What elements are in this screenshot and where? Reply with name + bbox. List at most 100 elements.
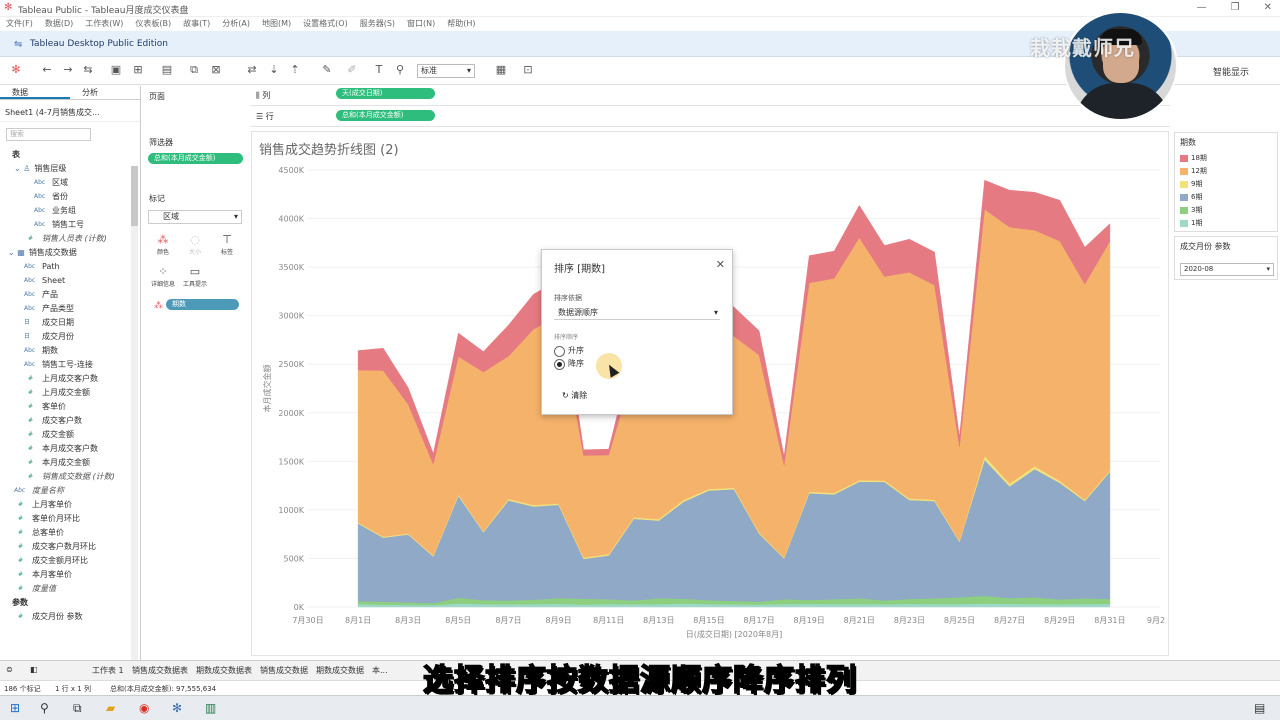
dimension-field[interactable]: Abc Sheet bbox=[0, 274, 130, 288]
menu-item[interactable]: 故事(T) bbox=[183, 17, 210, 31]
tableau-taskbar-icon[interactable]: ✻ bbox=[172, 701, 182, 715]
menu-item[interactable]: 数据(D) bbox=[45, 17, 73, 31]
measure-field[interactable]: # 成交金额月环比 bbox=[0, 554, 130, 568]
ascending-radio[interactable]: 升序 bbox=[554, 345, 584, 357]
close-icon[interactable]: ✕ bbox=[1264, 2, 1272, 13]
dimension-field[interactable]: Abc 区域 bbox=[0, 176, 130, 190]
menu-item[interactable]: 仪表板(B) bbox=[135, 17, 171, 31]
hierarchy-item[interactable]: ⌄ ♙ 销售层级 bbox=[0, 162, 130, 176]
fit-select[interactable]: 标准 bbox=[417, 64, 475, 78]
measure-field[interactable]: # 本月客单价 bbox=[0, 568, 130, 582]
file-explorer-icon[interactable]: ▰ bbox=[106, 701, 115, 715]
menu-item[interactable]: 窗口(N) bbox=[407, 17, 435, 31]
measure-field[interactable]: # 客单价月环比 bbox=[0, 512, 130, 526]
minimize-icon[interactable]: — bbox=[1197, 2, 1207, 13]
dimension-field[interactable]: Abc Path bbox=[0, 260, 130, 274]
new-datasource-icon[interactable]: ⊞ bbox=[131, 63, 145, 77]
excel-icon[interactable]: ▥ bbox=[205, 701, 216, 715]
menu-item[interactable]: 设置格式(O) bbox=[303, 17, 348, 31]
measure-field[interactable]: # 成交客户数月环比 bbox=[0, 540, 130, 554]
filter-pill[interactable]: 总和(本月成交金额) bbox=[148, 153, 243, 164]
presentation-icon[interactable]: ⊡ bbox=[521, 63, 535, 77]
clear-sheet-icon[interactable]: ⊠ bbox=[209, 63, 223, 77]
legend-item[interactable]: 18期 bbox=[1175, 152, 1277, 165]
calculated-field[interactable]: # 销售成交数据 (计数) bbox=[0, 470, 130, 484]
columns-pill[interactable]: 天(成交日期) bbox=[336, 88, 435, 99]
measure-field[interactable]: # 上月成交金额 bbox=[0, 386, 130, 400]
parameter-field[interactable]: # 成交月份 参数 bbox=[0, 610, 130, 624]
highlight-icon[interactable]: ✎ bbox=[320, 63, 334, 77]
param-select[interactable]: 2020-08 bbox=[1180, 263, 1274, 276]
notification-icon[interactable]: ▤ bbox=[1254, 701, 1265, 715]
sort-asc-icon[interactable]: ⇣ bbox=[267, 63, 281, 77]
menu-item[interactable]: 文件(F) bbox=[6, 17, 33, 31]
close-icon[interactable]: ✕ bbox=[716, 258, 725, 271]
new-sheet-icon[interactable]: ▤ bbox=[160, 63, 174, 77]
sort-by-select[interactable]: 数据源顺序 bbox=[554, 306, 720, 320]
measure-field[interactable]: # 上月成交客户数 bbox=[0, 372, 130, 386]
save-icon[interactable]: ▣ bbox=[109, 63, 123, 77]
menu-item[interactable]: 地图(M) bbox=[262, 17, 291, 31]
measure-field[interactable]: # 总客单价 bbox=[0, 526, 130, 540]
measure-field[interactable]: # 成交客户数 bbox=[0, 414, 130, 428]
replay-icon[interactable]: ⇆ bbox=[81, 63, 95, 77]
legend-item[interactable]: 1期 bbox=[1175, 217, 1277, 230]
table-item[interactable]: ⌄ ▦ 销售成交数据 bbox=[0, 246, 130, 260]
tab-analysis[interactable]: 分析 bbox=[70, 86, 140, 99]
legend-item[interactable]: 12期 bbox=[1175, 165, 1277, 178]
duplicate-sheet-icon[interactable]: ⧉ bbox=[187, 63, 201, 77]
dimension-field[interactable]: Abc 产品类型 bbox=[0, 302, 130, 316]
dimension-field[interactable]: 日成交月份 bbox=[0, 330, 130, 344]
color-pill[interactable]: 期数 bbox=[166, 299, 239, 310]
legend-item[interactable]: 6期 bbox=[1175, 191, 1277, 204]
detail-button[interactable]: ⁘ 详细信息 bbox=[150, 264, 176, 290]
task-view-icon[interactable]: ⧉ bbox=[73, 701, 82, 715]
swap-icon[interactable]: ⇄ bbox=[245, 63, 259, 77]
measure-field[interactable]: # 上月客单价 bbox=[0, 498, 130, 512]
tooltip-button[interactable]: ▭ 工具提示 bbox=[182, 264, 208, 290]
measure-field[interactable]: # 客单价 bbox=[0, 400, 130, 414]
menu-item[interactable]: 分析(A) bbox=[222, 17, 250, 31]
clear-button[interactable]: ↻ 清除 bbox=[562, 390, 587, 401]
search-icon[interactable]: ⚲ bbox=[40, 701, 49, 715]
measure-field[interactable]: # 成交金额 bbox=[0, 428, 130, 442]
show-cards-icon[interactable]: ▦ bbox=[494, 63, 508, 77]
rows-pill[interactable]: 总和(本月成交金额) bbox=[336, 110, 435, 121]
redo-icon[interactable]: → bbox=[61, 63, 75, 77]
calculated-field[interactable]: # 销售人员表 (计数) bbox=[0, 232, 130, 246]
menu-item[interactable]: 帮助(H) bbox=[447, 17, 475, 31]
pin-icon[interactable]: ⚲ bbox=[393, 63, 407, 77]
datasource-item[interactable]: Sheet1 (4-7月销售成交... bbox=[0, 100, 140, 122]
search-input[interactable]: 搜索 bbox=[6, 128, 91, 141]
dimension-field[interactable]: Abc 销售工号-连接 bbox=[0, 358, 130, 372]
dimension-field[interactable]: Abc 业务组 bbox=[0, 204, 130, 218]
measure-names-field[interactable]: Abc 度量名称 bbox=[0, 484, 130, 498]
group-icon[interactable]: ✐ bbox=[345, 63, 359, 77]
sort-desc-icon[interactable]: ⇡ bbox=[288, 63, 302, 77]
menu-item[interactable]: 工作表(W) bbox=[85, 17, 123, 31]
descending-radio[interactable]: 降序 bbox=[554, 358, 584, 370]
measure-field[interactable]: # 本月成交客户数 bbox=[0, 442, 130, 456]
size-button[interactable]: ◌ 大小 bbox=[182, 232, 208, 258]
windows-start-icon[interactable]: ⊞ bbox=[10, 701, 20, 715]
dimension-field[interactable]: Abc 期数 bbox=[0, 344, 130, 358]
dimension-field[interactable]: 日成交日期 bbox=[0, 316, 130, 330]
tab-data[interactable]: 数据 bbox=[0, 86, 70, 99]
measure-values-field[interactable]: # 度量值 bbox=[0, 582, 130, 596]
color-button[interactable]: ⁂ 颜色 bbox=[150, 232, 176, 258]
legend-item[interactable]: 3期 bbox=[1175, 204, 1277, 217]
data-pane-scrollbar[interactable] bbox=[131, 166, 138, 706]
dimension-field[interactable]: Abc 销售工号 bbox=[0, 218, 130, 232]
legend-item[interactable]: 9期 bbox=[1175, 178, 1277, 191]
restore-icon[interactable]: ❐ bbox=[1231, 2, 1240, 13]
menu-item[interactable]: 服务器(S) bbox=[360, 17, 395, 31]
mark-type-select[interactable]: 区域 ▾ bbox=[148, 210, 242, 224]
dimension-field[interactable]: Abc 产品 bbox=[0, 288, 130, 302]
label-button[interactable]: ⊤ 标签 bbox=[214, 232, 240, 258]
undo-icon[interactable]: ← bbox=[40, 63, 54, 77]
dimension-field[interactable]: Abc 省份 bbox=[0, 190, 130, 204]
measure-field[interactable]: # 本月成交金额 bbox=[0, 456, 130, 470]
smart-show-button[interactable]: 智能显示 bbox=[1213, 65, 1249, 78]
label-icon[interactable]: T bbox=[372, 63, 386, 77]
tableau-home-icon[interactable]: ✻ bbox=[9, 63, 23, 77]
